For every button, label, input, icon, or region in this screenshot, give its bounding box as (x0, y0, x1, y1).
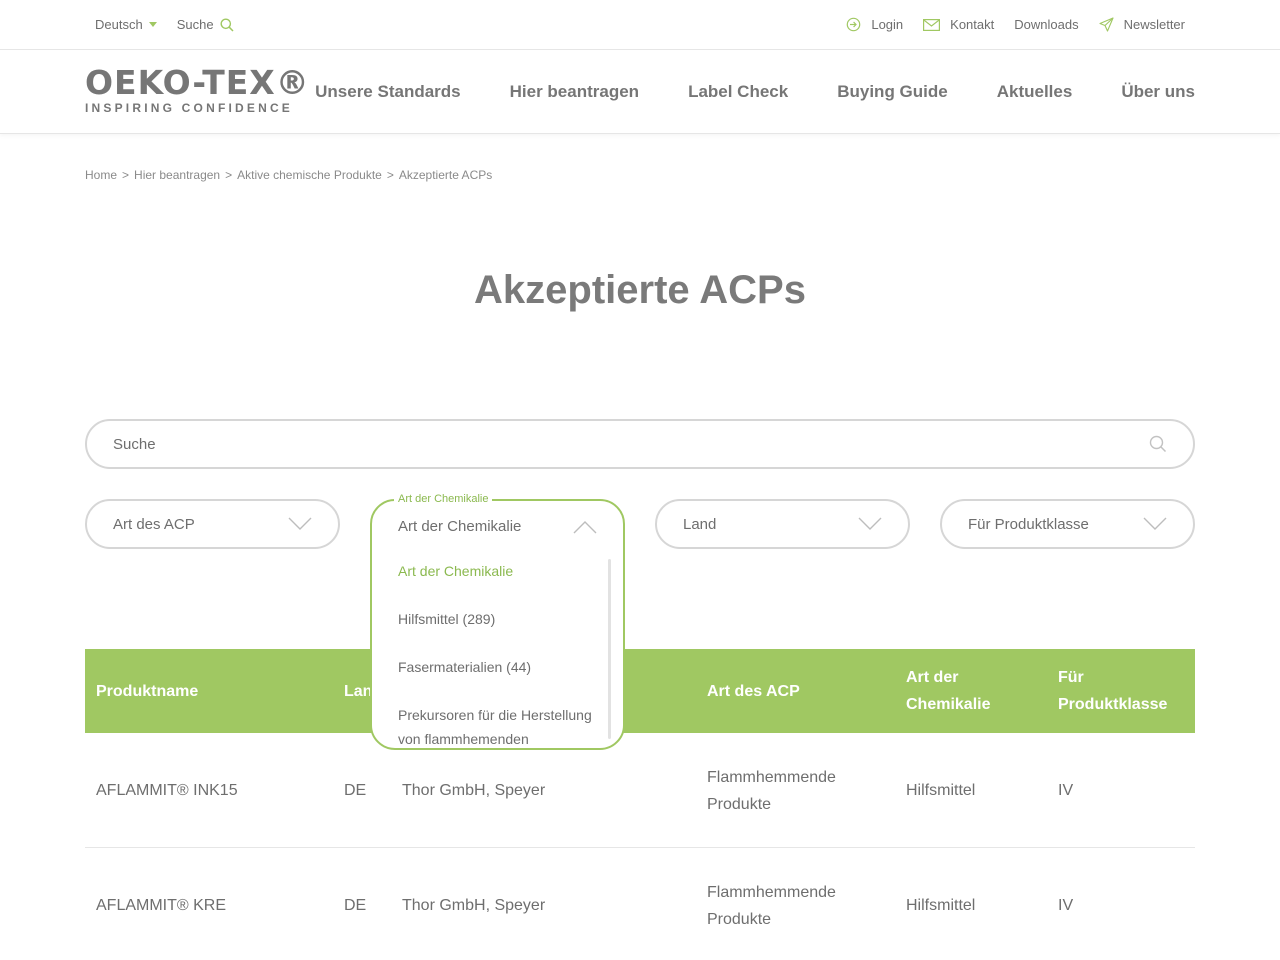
dropdown-floating-label: Art der Chemikalie (394, 493, 493, 505)
cell-produktname: AFLAMMIT® INK15 (96, 782, 238, 799)
breadcrumb: Home > Hier beantragen > Aktive chemisch… (85, 168, 492, 182)
chevron-up-icon (573, 520, 597, 533)
language-label: Deutsch (95, 17, 143, 32)
table-row[interactable]: AFLAMMIT® KRE DE Thor GmbH, Speyer Flamm… (85, 848, 1195, 960)
filter-produktklasse[interactable]: Für Produktklasse (940, 499, 1195, 549)
cell-land: DE (344, 782, 367, 799)
filter-art-des-acp-label: Art des ACP (113, 515, 195, 533)
top-left-group: Deutsch Suche (95, 17, 234, 32)
cell-land: DE (344, 897, 367, 914)
breadcrumb-current: Akzeptierte ACPs (398, 168, 493, 182)
logo-tagline: INSPIRING CONFIDENCE (85, 101, 294, 115)
acp-table: Produktname Lan Art des ACP Art der Chem… (85, 649, 1195, 960)
cell-produktklasse: IV (1058, 897, 1074, 914)
cell-produktklasse: IV (1058, 782, 1074, 799)
newsletter-label: Newsletter (1123, 17, 1185, 32)
main-header: OEKO-TEX® INSPIRING CONFIDENCE Unsere St… (0, 50, 1280, 134)
breadcrumb-aktive-chemische-produkte[interactable]: Aktive chemische Produkte (237, 168, 382, 182)
table-header: Produktname Lan Art des ACP Art der Chem… (85, 649, 1195, 733)
dropdown-option-fasermaterialien[interactable]: Fasermaterialien (44) (398, 655, 593, 679)
breadcrumb-separator: > (386, 168, 394, 182)
cell-produktname: AFLAMMIT® KRE (96, 897, 227, 914)
filter-art-der-chemikalie-dropdown: Art der Chemikalie Art der Chemikalie Ar… (370, 493, 625, 751)
cell-art-der-chemikalie: Hilfsmittel (906, 782, 976, 799)
filter-produktklasse-label: Für Produktklasse (968, 515, 1089, 533)
dropdown-option-prekursoren[interactable]: Prekursoren für die Herstellung von flam… (398, 703, 593, 751)
column-header-art-der-chemikalie[interactable]: Art der Chemikalie (906, 649, 1046, 733)
top-utility-bar: Deutsch Suche Login Kontakt Downloads Ne… (0, 0, 1280, 50)
chevron-down-icon (858, 517, 882, 530)
search-icon[interactable] (1149, 435, 1167, 453)
table-row[interactable]: AFLAMMIT® INK15 DE Thor GmbH, Speyer Fla… (85, 733, 1195, 848)
chevron-down-icon (1143, 517, 1167, 530)
top-right-links: Login Kontakt Downloads Newsletter (826, 17, 1185, 32)
dropdown-scrollbar[interactable] (608, 559, 611, 739)
search-box (85, 419, 1195, 469)
cell-art-des-acp: Flammhemmende Produkte (707, 768, 836, 813)
cell-hersteller: Thor GmbH, Speyer (402, 897, 546, 914)
kontakt-link[interactable]: Kontakt (923, 17, 994, 32)
dropdown-toggle[interactable]: Art der Chemikalie (398, 518, 597, 535)
dropdown-selected-value: Art der Chemikalie (398, 518, 522, 535)
login-link[interactable]: Login (846, 17, 903, 32)
downloads-label: Downloads (1014, 17, 1079, 32)
filter-land-label: Land (683, 515, 717, 533)
caret-down-icon (148, 22, 157, 27)
page-title: Akzeptierte ACPs (474, 268, 806, 312)
top-search-link[interactable]: Suche (177, 17, 234, 32)
filter-art-des-acp[interactable]: Art des ACP (85, 499, 340, 549)
column-header-art-des-acp[interactable]: Art des ACP (707, 649, 897, 733)
cell-art-des-acp: Flammhemmende Produkte (707, 883, 836, 928)
nav-aktuelles[interactable]: Aktuelles (997, 82, 1073, 102)
nav-ueber-uns[interactable]: Über uns (1121, 82, 1195, 102)
main-navigation: Unsere Standards Hier beantragen Label C… (266, 82, 1195, 102)
breadcrumb-hier-beantragen[interactable]: Hier beantragen (134, 168, 220, 182)
dropdown-option-hilfsmittel[interactable]: Hilfsmittel (289) (398, 607, 593, 631)
nav-label-check[interactable]: Label Check (688, 82, 788, 102)
nav-unsere-standards[interactable]: Unsere Standards (315, 82, 461, 102)
top-search-label: Suche (176, 17, 214, 32)
cell-art-der-chemikalie: Hilfsmittel (906, 897, 976, 914)
dropdown-option-art-der-chemikalie[interactable]: Art der Chemikalie (398, 559, 593, 583)
kontakt-label: Kontakt (950, 17, 995, 32)
breadcrumb-home[interactable]: Home (85, 168, 117, 182)
language-selector[interactable]: Deutsch (95, 17, 157, 32)
nav-buying-guide[interactable]: Buying Guide (837, 82, 948, 102)
login-label: Login (871, 17, 904, 32)
column-header-produktname[interactable]: Produktname (96, 649, 336, 733)
newsletter-link[interactable]: Newsletter (1099, 17, 1185, 32)
breadcrumb-separator: > (225, 168, 233, 182)
breadcrumb-separator: > (122, 168, 130, 182)
search-icon (220, 18, 234, 32)
paper-plane-icon (1099, 17, 1114, 32)
dropdown-options: Art der Chemikalie Hilfsmittel (289) Fas… (398, 559, 593, 751)
downloads-link[interactable]: Downloads (1014, 17, 1078, 32)
nav-hier-beantragen[interactable]: Hier beantragen (510, 82, 639, 102)
search-input[interactable] (113, 435, 1149, 453)
filter-land[interactable]: Land (655, 499, 910, 549)
mail-icon (923, 18, 941, 31)
chevron-down-icon (288, 517, 312, 530)
login-icon (847, 17, 861, 32)
column-header-produktklasse[interactable]: Für Produktklasse (1058, 649, 1195, 733)
